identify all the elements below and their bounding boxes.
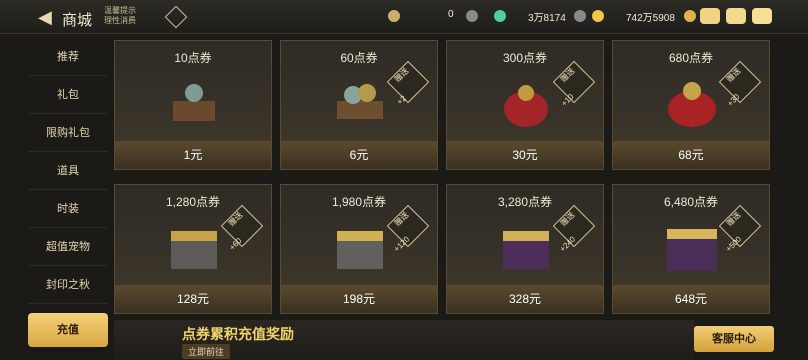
currency-ticket-value: 0 [448, 9, 454, 20]
coin-stack-icon [173, 84, 215, 121]
coupon-card-10[interactable]: 10点券 1元 [114, 40, 272, 170]
currency-gem-value: 3万8174 [528, 13, 566, 24]
back-arrow-icon[interactable]: ◀ [38, 8, 58, 26]
coupon-card-60[interactable]: 60点券 赠送 +2 6元 [280, 40, 438, 170]
treasure-chest-icon [503, 231, 549, 269]
add-gem-icon[interactable] [574, 10, 586, 22]
coupon-price: 30元 [447, 141, 603, 169]
chat-icon[interactable] [752, 8, 772, 24]
money-bag-icon [504, 85, 548, 127]
gem-icon [494, 10, 506, 22]
coupon-card-1280[interactable]: 1,280点券 赠送 +60 128元 [114, 184, 272, 314]
gold-coin-icon [592, 10, 604, 22]
coupon-name: 10点券 [174, 51, 212, 65]
diamond-icon[interactable] [164, 5, 188, 29]
coupon-price: 328元 [447, 285, 603, 313]
sidebar-item-items[interactable]: 道具 [28, 152, 108, 190]
sidebar-item-limited-gift[interactable]: 限购礼包 [28, 114, 108, 152]
currency-gold-value: 742万5908 [626, 13, 675, 24]
coupon-price: 198元 [281, 285, 437, 313]
add-gold-icon[interactable] [684, 10, 696, 22]
top-bar: ◀ 商城 温馨提示 理性消费 0 3万8174 742万5908 [0, 0, 808, 34]
coupon-price: 128元 [115, 285, 271, 313]
gift-icon[interactable] [700, 8, 720, 24]
sidebar-item-seal[interactable]: 封印之秋 [28, 266, 108, 304]
coupon-name: 300点券 [502, 51, 548, 65]
ticket-icon [388, 10, 400, 22]
coupon-name: 1,980点券 [331, 195, 387, 209]
coupon-name: 60点券 [340, 51, 378, 65]
treasure-chest-icon [337, 231, 383, 269]
coupon-card-680[interactable]: 680点券 赠送 +30 68元 [612, 40, 770, 170]
page-title: 商城 [62, 12, 93, 29]
coupon-name: 680点券 [668, 51, 714, 65]
sidebar-item-fashion[interactable]: 时装 [28, 190, 108, 228]
coupon-name: 1,280点券 [165, 195, 221, 209]
coupon-price: 6元 [281, 141, 437, 169]
promo-title: 点券累积充值奖励 [182, 326, 294, 342]
coupon-price: 648元 [613, 285, 769, 313]
coupon-price: 1元 [115, 141, 271, 169]
money-bag-icon [668, 82, 716, 127]
promo-banner[interactable]: 点券累积充值奖励 立即前往 [114, 320, 694, 360]
coupon-card-3280[interactable]: 3,280点券 赠送 +240 328元 [446, 184, 604, 314]
coupon-card-1980[interactable]: 1,980点券 赠送 +120 198元 [280, 184, 438, 314]
coin-stack-icon [337, 84, 383, 119]
mail-icon[interactable] [726, 8, 746, 24]
promo-button[interactable]: 立即前往 [182, 344, 231, 359]
subtitle-line-2: 理性消费 [104, 16, 136, 25]
recharge-button[interactable]: 充值 [28, 313, 108, 347]
coupon-name: 6,480点券 [663, 195, 719, 209]
subtitle-line-1: 温馨提示 [104, 6, 136, 15]
coupon-card-300[interactable]: 300点券 赠送 +10 30元 [446, 40, 604, 170]
shop-sidebar: 推荐 礼包 限购礼包 道具 时装 超值宠物 封印之秋 [28, 38, 108, 320]
sidebar-item-recommend[interactable]: 推荐 [28, 38, 108, 76]
sidebar-item-pets[interactable]: 超值宠物 [28, 228, 108, 266]
customer-service-button[interactable]: 客服中心 [694, 326, 774, 352]
treasure-chest-icon [171, 231, 217, 269]
sidebar-item-gift[interactable]: 礼包 [28, 76, 108, 114]
add-ticket-icon[interactable] [466, 10, 478, 22]
header-subtitle: 温馨提示 理性消费 [104, 6, 154, 26]
treasure-chest-icon [667, 229, 717, 271]
coupon-card-6480[interactable]: 6,480点券 赠送 +500 648元 [612, 184, 770, 314]
coupon-grid: 10点券 1元 60点券 赠送 +2 6元 300点券 赠送 +10 30元 680… [114, 40, 778, 314]
coupon-price: 68元 [613, 141, 769, 169]
coupon-name: 3,280点券 [497, 195, 553, 209]
